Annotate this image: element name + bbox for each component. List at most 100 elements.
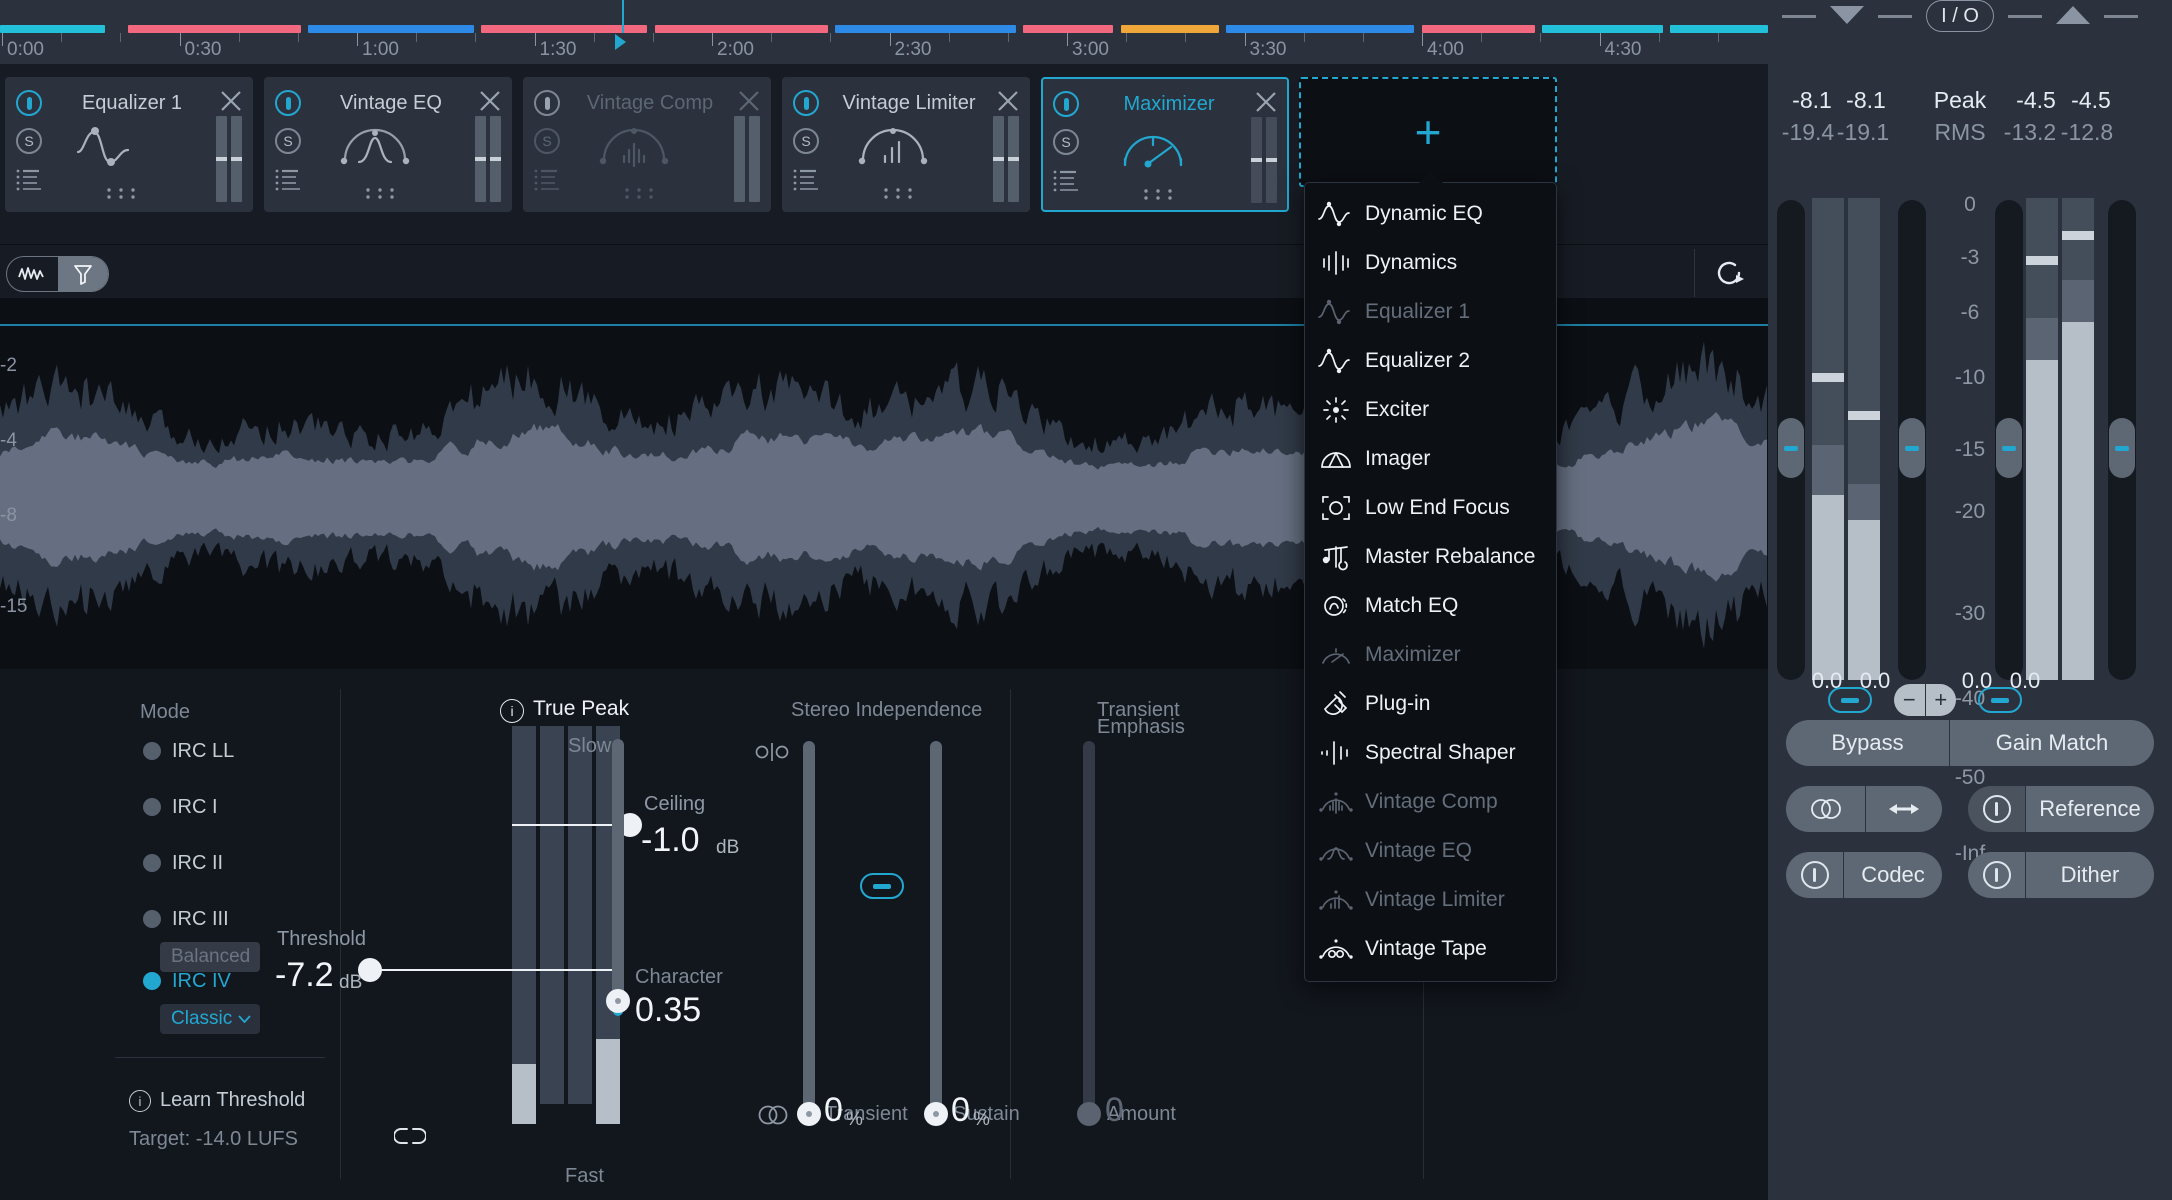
menu-item-dynamics[interactable]: Dynamics bbox=[1305, 238, 1556, 287]
waveform-view-button[interactable] bbox=[7, 257, 58, 291]
module-preset-list-icon[interactable] bbox=[15, 166, 45, 192]
learn-threshold-button[interactable]: Learn Threshold bbox=[160, 1089, 305, 1112]
add-module-slot[interactable]: + bbox=[1299, 77, 1557, 187]
gain-decrease-button[interactable]: − bbox=[1894, 684, 1926, 716]
threshold-value[interactable]: -7.2 bbox=[275, 956, 334, 995]
gain-step-buttons[interactable]: − + bbox=[1894, 684, 1956, 716]
io-toggle-button[interactable]: I / O bbox=[1926, 0, 1994, 32]
timeline-segment[interactable] bbox=[1226, 25, 1415, 33]
module-power-button[interactable] bbox=[1053, 91, 1079, 117]
module-card-vintage-limiter[interactable]: Vintage Limiter S bbox=[782, 77, 1030, 212]
menu-item-plug-in[interactable]: Plug-in bbox=[1305, 679, 1556, 728]
menu-item-master-rebalance[interactable]: Master Rebalance bbox=[1305, 532, 1556, 581]
input-triangle-icon[interactable] bbox=[1830, 6, 1864, 24]
transient-slider-track[interactable] bbox=[803, 741, 815, 1111]
module-power-button[interactable] bbox=[16, 90, 42, 116]
add-module-menu[interactable]: Dynamic EQ Dynamics Equalizer 1 Equalizer 2… bbox=[1304, 172, 1557, 982]
view-mode-toggle[interactable] bbox=[6, 256, 109, 292]
module-power-button[interactable] bbox=[275, 90, 301, 116]
module-drag-handle[interactable] bbox=[1139, 187, 1177, 201]
ceiling-value[interactable]: -1.0 bbox=[641, 821, 700, 860]
stereo-link-button[interactable] bbox=[860, 873, 904, 899]
module-card-vintage-eq[interactable]: Vintage EQ S bbox=[264, 77, 512, 212]
reference-button[interactable]: Reference bbox=[2026, 786, 2154, 832]
module-card-vintage-comp[interactable]: Vintage Comp S bbox=[523, 77, 771, 212]
gain-match-button[interactable]: Gain Match bbox=[1950, 720, 2154, 766]
module-close-button[interactable] bbox=[736, 88, 762, 114]
mode-label-irc-i[interactable]: IRC I bbox=[172, 796, 218, 819]
character-slider-track[interactable] bbox=[612, 739, 624, 999]
codec-button[interactable]: Codec bbox=[1844, 852, 1942, 898]
amount-slider-track[interactable] bbox=[1083, 741, 1095, 1111]
irc4-variant-select[interactable]: Classic bbox=[160, 1004, 260, 1034]
mode-label-irc-iv[interactable]: IRC IV bbox=[172, 970, 231, 993]
menu-item-dynamic-eq[interactable]: Dynamic EQ bbox=[1305, 189, 1556, 238]
sustain-slider-knob[interactable] bbox=[924, 1102, 948, 1126]
timeline-segment[interactable] bbox=[1421, 25, 1535, 33]
menu-item-low-end-focus[interactable]: Low End Focus bbox=[1305, 483, 1556, 532]
timeline-segment[interactable] bbox=[1023, 25, 1114, 33]
module-solo-button[interactable]: S bbox=[1053, 129, 1079, 155]
playhead[interactable] bbox=[622, 0, 624, 33]
sustain-value[interactable]: 0 bbox=[951, 1091, 970, 1130]
input-gain-handle-left[interactable] bbox=[1778, 418, 1804, 478]
timeline-segment[interactable] bbox=[0, 25, 106, 33]
character-slider-knob[interactable] bbox=[606, 989, 630, 1013]
module-solo-button[interactable]: S bbox=[534, 128, 560, 154]
output-triangle-icon[interactable] bbox=[2056, 6, 2090, 24]
info-icon[interactable]: i bbox=[129, 1090, 151, 1112]
mode-radio-irc-ii[interactable] bbox=[143, 854, 161, 872]
reset-button[interactable] bbox=[1694, 249, 1762, 297]
module-close-button[interactable] bbox=[218, 88, 244, 114]
threshold-ceiling-link-button[interactable] bbox=[393, 1127, 427, 1150]
module-solo-button[interactable]: S bbox=[793, 128, 819, 154]
module-close-button[interactable] bbox=[1253, 89, 1279, 115]
dither-power-button[interactable] bbox=[1968, 852, 2026, 898]
transient-value[interactable]: 0 bbox=[824, 1091, 843, 1130]
mode-label-irc-ll[interactable]: IRC LL bbox=[172, 740, 234, 763]
output-gain-link-button[interactable] bbox=[1978, 687, 2022, 713]
module-close-button[interactable] bbox=[995, 88, 1021, 114]
input-gain-link-button[interactable] bbox=[1828, 687, 1872, 713]
module-card-maximizer[interactable]: Maximizer S bbox=[1041, 77, 1289, 212]
output-gain-handle-left[interactable] bbox=[1996, 418, 2022, 478]
menu-item-match-eq[interactable]: Match EQ bbox=[1305, 581, 1556, 630]
timeline-segment[interactable] bbox=[1542, 25, 1663, 33]
module-drag-handle[interactable] bbox=[879, 186, 917, 200]
codec-power-button[interactable] bbox=[1786, 852, 1844, 898]
add-module-plus-icon[interactable]: + bbox=[1415, 109, 1442, 155]
transient-slider-knob[interactable] bbox=[797, 1102, 821, 1126]
menu-item-equalizer-2[interactable]: Equalizer 2 bbox=[1305, 336, 1556, 385]
timeline-segment[interactable] bbox=[835, 25, 1016, 33]
mode-label-irc-iii[interactable]: IRC III bbox=[172, 908, 229, 931]
input-gain-handle-right[interactable] bbox=[1899, 418, 1925, 478]
module-solo-button[interactable]: S bbox=[275, 128, 301, 154]
irc3-variant-select[interactable]: Balanced bbox=[160, 942, 260, 972]
mode-radio-irc-iii[interactable] bbox=[143, 910, 161, 928]
timeline-segment[interactable] bbox=[654, 25, 828, 33]
mid-side-icon[interactable] bbox=[755, 741, 789, 768]
module-close-button[interactable] bbox=[477, 88, 503, 114]
filter-view-button[interactable] bbox=[57, 257, 108, 291]
playhead-marker[interactable] bbox=[615, 34, 626, 50]
dither-button[interactable]: Dither bbox=[2026, 852, 2154, 898]
stereo-button[interactable] bbox=[1786, 786, 1866, 832]
menu-item-vintage-tape[interactable]: Vintage Tape bbox=[1305, 924, 1556, 973]
mode-label-irc-ii[interactable]: IRC II bbox=[172, 852, 223, 875]
module-card-equalizer-1[interactable]: Equalizer 1 S bbox=[5, 77, 253, 212]
module-preset-list-icon[interactable] bbox=[792, 166, 822, 192]
timeline-segment[interactable] bbox=[1670, 25, 1768, 33]
mode-radio-irc-ll[interactable] bbox=[143, 742, 161, 760]
sustain-slider-track[interactable] bbox=[930, 741, 942, 1111]
timeline[interactable]: 0:00 0:30 1:00 1:30 2:00 2:30 3:00 3:30 4:00 4:30 bbox=[0, 0, 1768, 64]
menu-item-exciter[interactable]: Exciter bbox=[1305, 385, 1556, 434]
menu-item-spectral-shaper[interactable]: Spectral Shaper bbox=[1305, 728, 1556, 777]
stereo-circles-icon[interactable] bbox=[755, 1103, 791, 1132]
reference-power-button[interactable] bbox=[1968, 786, 2026, 832]
bypass-button[interactable]: Bypass bbox=[1786, 720, 1950, 766]
width-button[interactable] bbox=[1866, 786, 1942, 832]
character-value[interactable]: 0.35 bbox=[635, 991, 701, 1030]
module-preset-list-icon[interactable] bbox=[533, 166, 563, 192]
threshold-ceiling-meters[interactable] bbox=[512, 726, 622, 1124]
module-preset-list-icon[interactable] bbox=[274, 166, 304, 192]
